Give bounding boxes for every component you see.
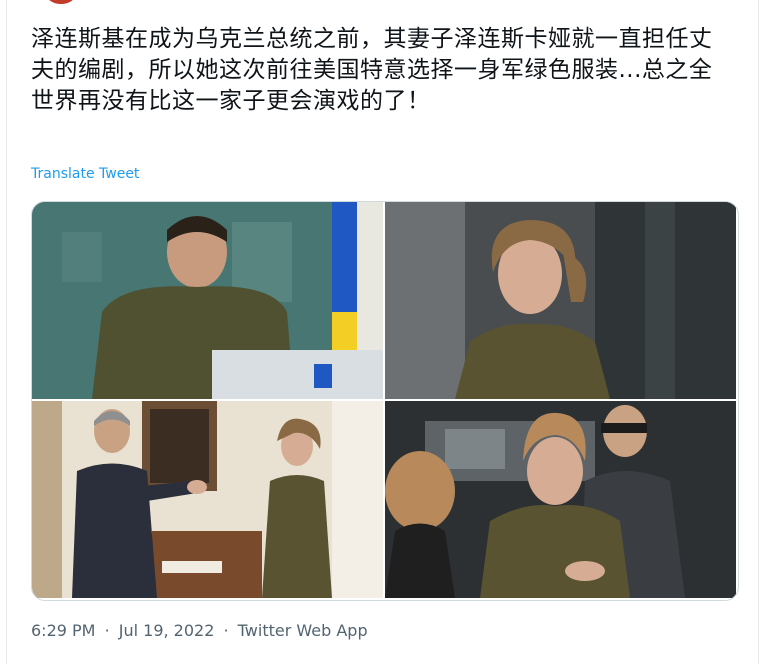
tweet-photo-1[interactable]	[32, 202, 383, 399]
photo-1-image	[32, 202, 383, 399]
photo-4-image	[385, 401, 736, 598]
tweet-source[interactable]: Twitter Web App	[238, 621, 368, 640]
tweet-photo-2[interactable]	[385, 202, 736, 399]
tweet-text: 泽连斯基在成为乌克兰总统之前，其妻子泽连斯卡娅就一直担任丈夫的编剧，所以她这次前…	[31, 26, 713, 114]
tweet-card: 泽连斯基在成为乌克兰总统之前，其妻子泽连斯卡娅就一直担任丈夫的编剧，所以她这次前…	[6, 0, 759, 664]
tweet-photo-4[interactable]	[385, 401, 736, 598]
meta-separator: ·	[104, 621, 110, 640]
tweet-time[interactable]: 6:29 PM	[31, 621, 95, 640]
media-grid	[31, 201, 739, 601]
tweet-date[interactable]: Jul 19, 2022	[119, 621, 215, 640]
tweet-photo-3[interactable]	[32, 401, 383, 598]
meta-separator-2: ·	[223, 621, 229, 640]
translate-tweet-link[interactable]: Translate Tweet	[31, 166, 139, 182]
photo-2-image	[385, 202, 736, 399]
avatar[interactable]	[47, 0, 75, 4]
tweet-meta: 6:29 PM · Jul 19, 2022 · Twitter Web App	[31, 621, 368, 640]
photo-3-image	[32, 401, 383, 598]
